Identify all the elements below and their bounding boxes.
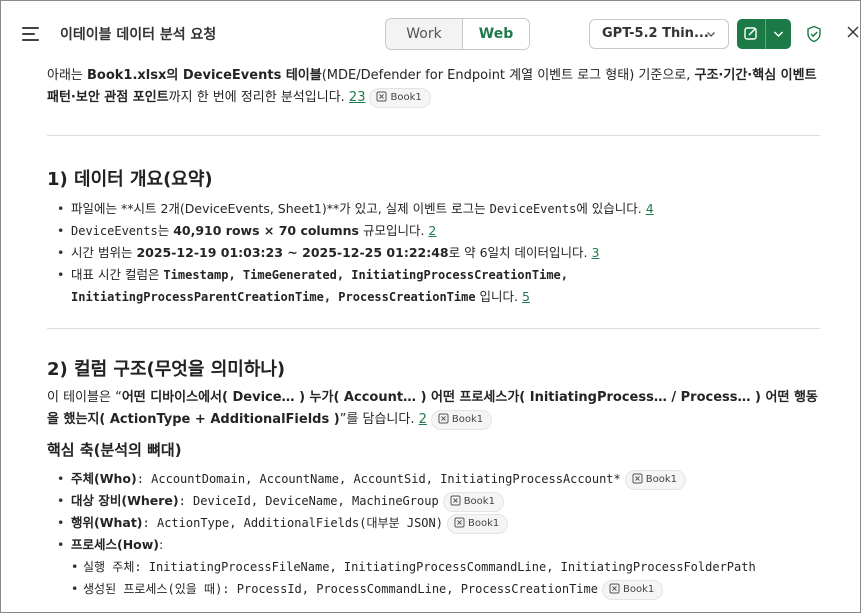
- excel-file-icon: [376, 91, 387, 101]
- citation-link[interactable]: 3: [591, 245, 599, 260]
- top-bar: 이테이블 데이터 분석 요청 Work Web GPT-5.2 Thin...: [1, 1, 860, 63]
- source-chip-label: Book1: [463, 495, 495, 507]
- mode-work-button[interactable]: Work: [386, 19, 462, 49]
- citation-link[interactable]: 5: [522, 289, 530, 304]
- axis-list: 주체(Who): AccountDomain, AccountName, Acc…: [47, 468, 687, 556]
- app-window: 이테이블 데이터 분석 요청 Work Web GPT-5.2 Thin...: [0, 0, 861, 613]
- list-item: 시간 범위는 2025-12-19 01:03:23 ~ 2025-12-25 …: [47, 242, 654, 264]
- list-item: 파일에는 **시트 2개(DeviceEvents, Sheet1)**가 있고…: [47, 198, 654, 220]
- chevron-down-icon: [773, 31, 784, 38]
- code-text: DeviceEvents: [489, 202, 577, 216]
- source-chip[interactable]: Book1: [430, 409, 493, 430]
- new-chat-dropdown-button[interactable]: [766, 19, 791, 49]
- code-text: : DeviceId, DeviceName, MachineGroup: [178, 494, 439, 508]
- model-selector-label: GPT-5.2 Thin...: [602, 26, 709, 41]
- source-chip[interactable]: Book1: [624, 469, 687, 490]
- list-text: 시간 범위는: [71, 245, 137, 260]
- list-bold: 주체(Who): [71, 471, 137, 486]
- overview-list: 파일에는 **시트 2개(DeviceEvents, Sheet1)**가 있고…: [47, 198, 654, 308]
- list-text: 에 있습니다.: [576, 201, 646, 216]
- list-item: DeviceEvents는 40,910 rows × 70 columns 규…: [47, 220, 654, 242]
- list-bold: 2025-12-19 01:03:23 ~ 2025-12-25 01:22:4…: [136, 245, 449, 260]
- section-paragraph: 이 테이블은 “어떤 디바이스에서( Device… ) 누가( Account…: [47, 387, 823, 431]
- new-chat-group: [737, 19, 791, 49]
- shield-check-icon[interactable]: [805, 25, 823, 43]
- excel-file-icon: [609, 583, 620, 593]
- list-text: 입니다.: [475, 289, 522, 304]
- list-text: 파일에는 **시트 2개(DeviceEvents, Sheet1)**가 있고…: [71, 201, 490, 216]
- conversation-title: 이테이블 데이터 분석 요청: [60, 27, 217, 43]
- list-text: 대표 시간 컬럼은: [71, 267, 164, 282]
- list-bold: 대상 장비(Where): [71, 493, 179, 508]
- list-bold: 프로세스(How): [71, 537, 160, 552]
- excel-file-icon: [632, 473, 643, 483]
- chevron-down-icon: [707, 32, 715, 37]
- source-chip[interactable]: Book1: [369, 87, 431, 108]
- section-heading: 1) 데이터 개요(요약): [47, 169, 213, 190]
- list-text: 규모입니다.: [359, 223, 429, 238]
- code-text: : ActionType, AdditionalFields(대부분 JSON): [142, 516, 443, 530]
- excel-file-icon: [438, 413, 449, 423]
- code-text: 실행 주체: InitiatingProcessFileName, Initia…: [83, 560, 756, 574]
- list-text: 로 약 6일치 데이터입니다.: [448, 245, 592, 260]
- code-text: DeviceEvents: [71, 224, 158, 238]
- section-heading: 2) 컬럼 구조(무엇을 의미하나): [47, 359, 286, 380]
- menu-icon[interactable]: [22, 25, 40, 41]
- mode-web-button[interactable]: Web: [462, 19, 529, 49]
- excel-file-icon: [454, 517, 465, 527]
- list-item: 실행 주체: InitiatingProcessFileName, Initia…: [47, 556, 756, 578]
- citation-link[interactable]: 2: [428, 223, 436, 238]
- list-item: 행위(What): ActionType, AdditionalFields(대…: [47, 512, 686, 534]
- list-text: :: [159, 537, 164, 552]
- new-chat-button[interactable]: [737, 19, 765, 49]
- source-chip[interactable]: Book1: [601, 579, 664, 600]
- list-item: 대표 시간 컬럼은 Timestamp, TimeGenerated, Init…: [47, 264, 654, 308]
- intro-text: 까지 한 번에 정리한 분석입니다.: [168, 90, 349, 105]
- intro-text: 아래는: [47, 68, 88, 83]
- divider: [47, 135, 820, 136]
- list-bold: 행위(What): [71, 515, 143, 530]
- source-chip[interactable]: Book1: [446, 513, 509, 534]
- intro-paragraph: 아래는 Book1.xlsx의 DeviceEvents 테이블(MDE/Def…: [47, 65, 821, 109]
- list-item: 생성된 프로세스(있을 때): ProcessId, ProcessComman…: [47, 578, 756, 600]
- model-selector[interactable]: GPT-5.2 Thin...: [589, 19, 729, 49]
- source-chip-label: Book1: [645, 473, 678, 485]
- code-text: : AccountDomain, AccountName, AccountSid…: [136, 472, 621, 486]
- citation-link[interactable]: 4: [646, 201, 654, 216]
- paragraph-text: 이 테이블은 “: [47, 390, 122, 405]
- process-sub-list: 실행 주체: InitiatingProcessFileName, Initia…: [47, 556, 756, 600]
- intro-text: (MDE/Defender for Endpoint 계열 이벤트 로그 형태)…: [321, 68, 695, 83]
- citation-link[interactable]: 23: [349, 90, 366, 105]
- compose-icon: [744, 27, 757, 40]
- list-item: 주체(Who): AccountDomain, AccountName, Acc…: [47, 468, 687, 490]
- excel-file-icon: [450, 495, 461, 505]
- paragraph-text: ”를 담습니다.: [339, 412, 419, 427]
- close-icon[interactable]: [846, 25, 860, 39]
- source-chip[interactable]: Book1: [442, 491, 504, 512]
- divider: [47, 328, 820, 329]
- list-item: 대상 장비(Where): DeviceId, DeviceName, Mach…: [47, 490, 686, 512]
- source-chip-label: Book1: [622, 583, 655, 595]
- intro-bold: Book1.xlsx의 DeviceEvents 테이블: [87, 68, 322, 83]
- source-chip-label: Book1: [390, 91, 422, 103]
- subsection-heading: 핵심 축(분석의 뼈대): [47, 441, 182, 459]
- list-bold: 40,910 rows × 70 columns: [173, 223, 359, 238]
- list-text: 는: [157, 223, 174, 238]
- code-text: 생성된 프로세스(있을 때): ProcessId, ProcessComman…: [83, 582, 598, 596]
- source-chip-label: Book1: [451, 413, 484, 425]
- citation-link[interactable]: 2: [419, 412, 427, 427]
- code-text: InitiatingProcessParentCreationTime, Pro…: [71, 290, 476, 304]
- code-text: Timestamp, TimeGenerated, InitiatingProc…: [163, 268, 568, 282]
- source-chip-label: Book1: [467, 517, 500, 529]
- list-item: 프로세스(How):: [47, 534, 686, 556]
- mode-toggle: Work Web: [385, 18, 530, 50]
